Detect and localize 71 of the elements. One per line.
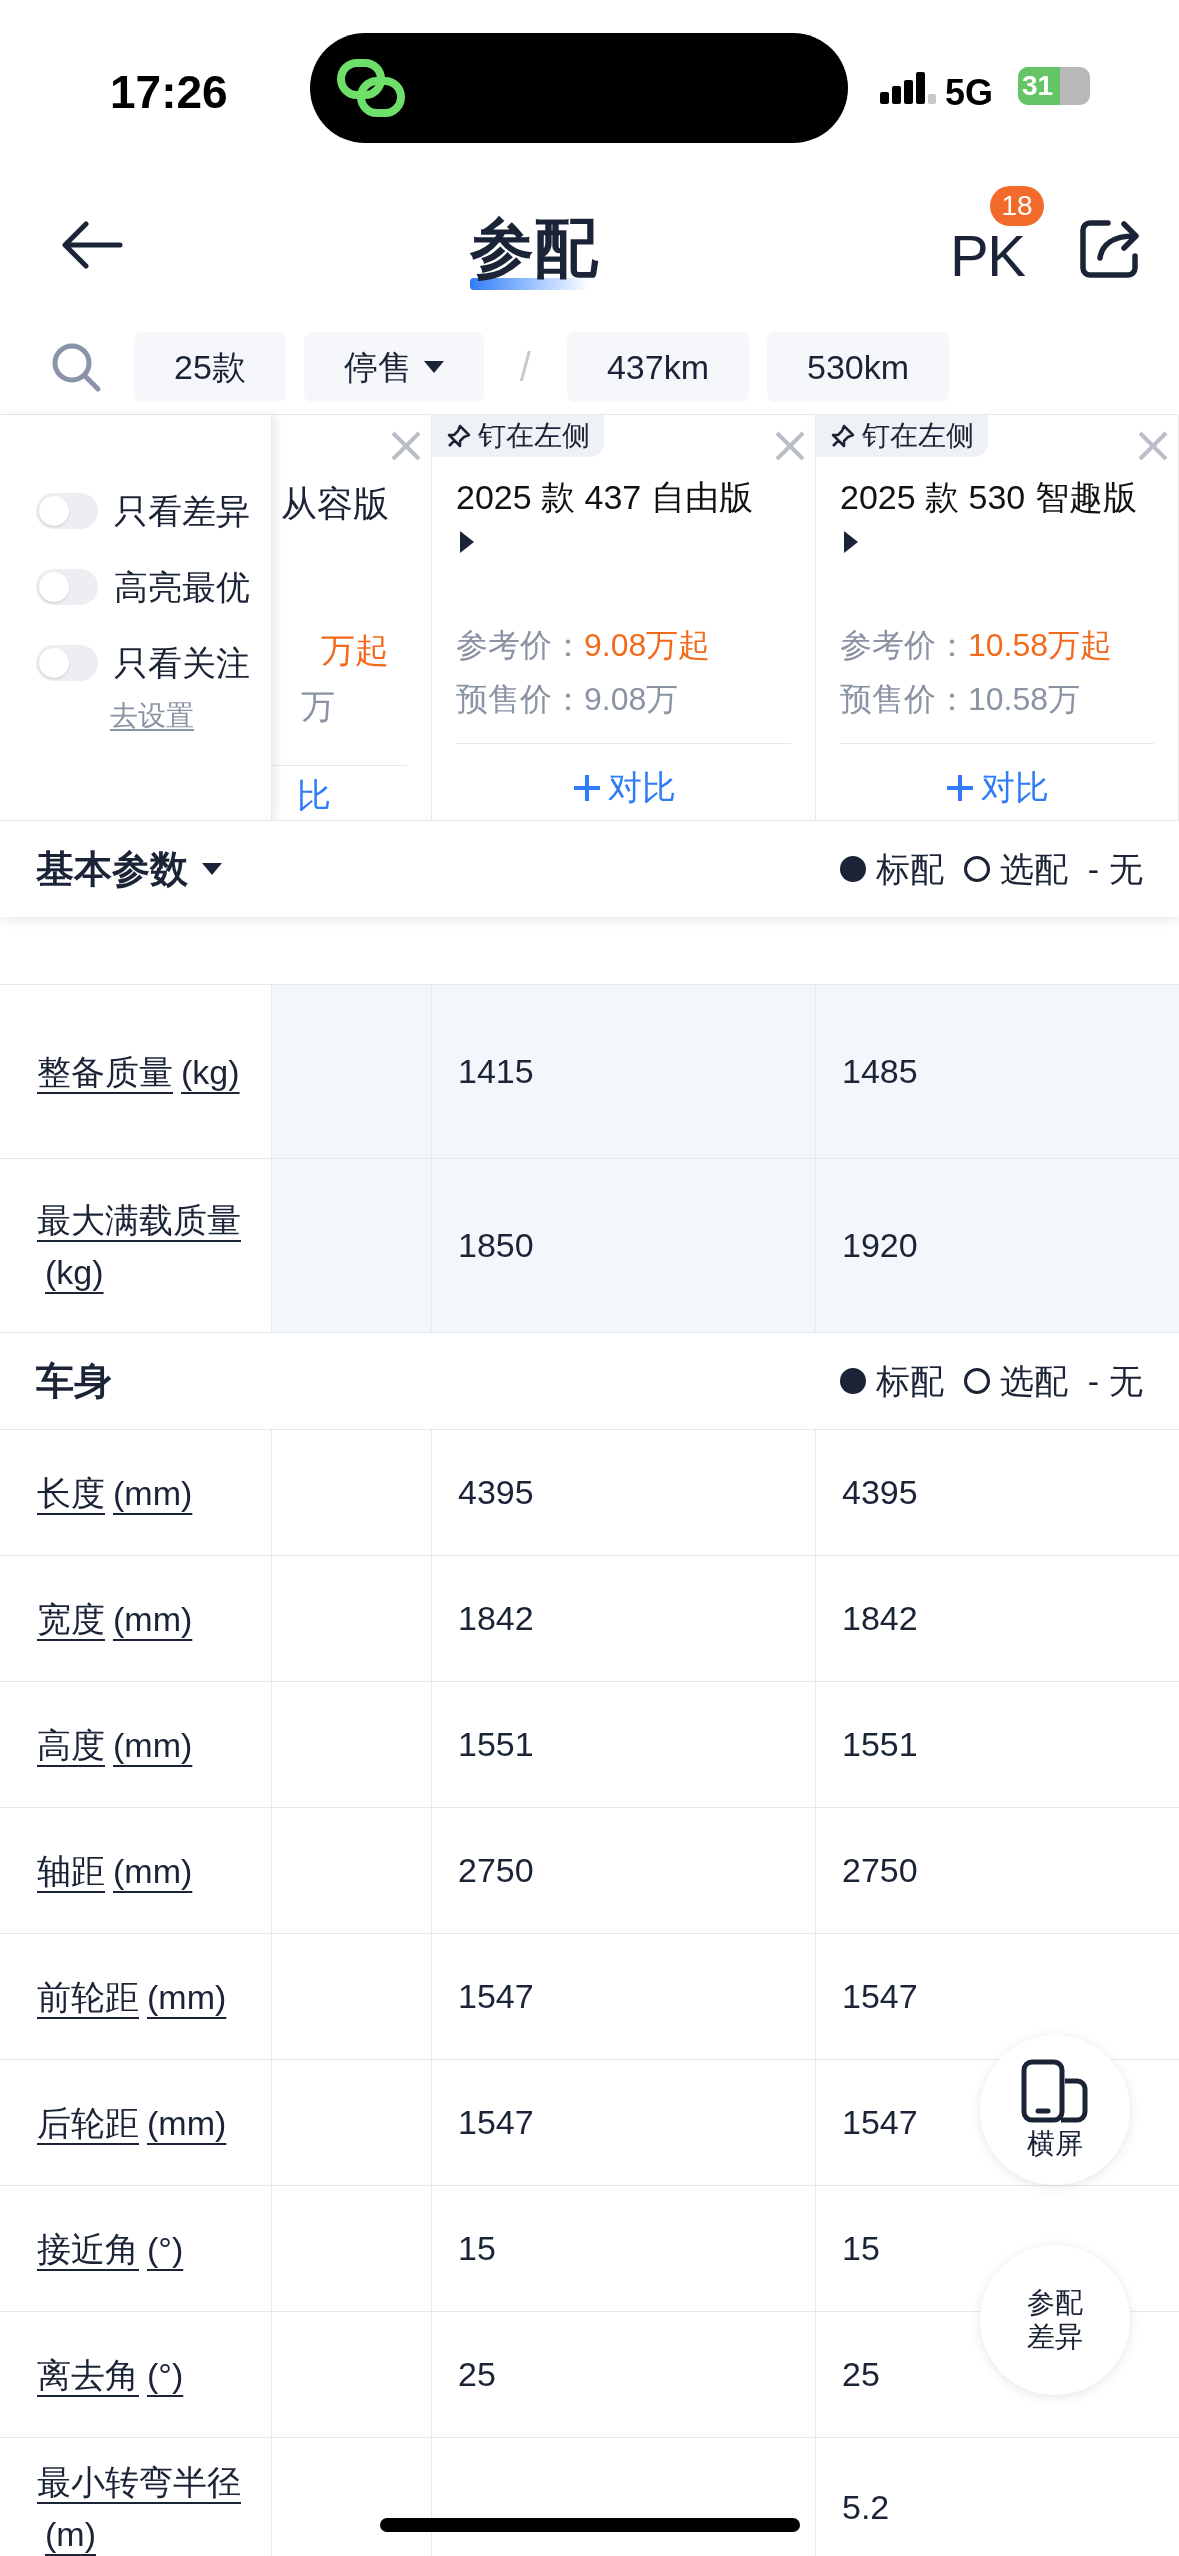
pin-left-button[interactable]: 钉在左侧 — [816, 415, 988, 457]
table-cell: 1850 — [432, 1159, 816, 1332]
legend-label: 无 — [1109, 1360, 1143, 1402]
parameter-label[interactable]: 后轮距 (mm) — [37, 2096, 227, 2149]
parameter-label[interactable]: 前轮距 (mm) — [37, 1970, 227, 2023]
toggle-switch[interactable] — [36, 569, 98, 605]
count-badge: 18 — [990, 186, 1044, 226]
reference-price: 万起 — [321, 630, 389, 671]
table-cell: 1415 — [432, 985, 816, 1158]
reference-price: 参考价：10.58万起 — [840, 626, 1114, 665]
close-icon[interactable] — [773, 429, 807, 463]
table-cell: 1920 — [816, 1159, 1179, 1332]
parameter-label[interactable]: 宽度 (mm) — [37, 1592, 193, 1645]
table-cell: 1485 — [816, 985, 1179, 1158]
car-name: 从容版 — [281, 482, 389, 526]
toggle-label: 高亮最优 — [114, 569, 250, 605]
toggle-label: 只看差异 — [114, 493, 250, 529]
pk-button[interactable]: PK — [950, 234, 1025, 278]
phone-rotate-icon — [1021, 2059, 1089, 2123]
parameter-label[interactable]: 轴距 (mm) — [37, 1844, 193, 1897]
filter-divider: / — [518, 344, 532, 391]
car-name: 2025 款 530 智趣版 — [840, 477, 1138, 518]
legend-dash: - — [1087, 848, 1099, 890]
parameter-label[interactable]: 长度 (mm) — [37, 1466, 193, 1519]
legend-label: 标配 — [875, 1360, 944, 1402]
toggle-label: 只看关注 — [114, 645, 250, 681]
parameter-label[interactable]: 离去角 (°) — [37, 2348, 184, 2401]
plus-icon — [571, 772, 602, 803]
link-icon — [335, 57, 407, 119]
filter-chip[interactable]: 25款 — [134, 332, 286, 402]
search-icon[interactable] — [50, 341, 102, 393]
pin-icon — [830, 423, 856, 449]
filter-chip[interactable]: 437km — [566, 332, 749, 402]
legend-label: 标配 — [875, 848, 944, 890]
play-icon[interactable] — [844, 531, 858, 553]
play-icon[interactable] — [460, 531, 474, 553]
filter-chip[interactable]: 530km — [767, 332, 950, 402]
parameter-label[interactable]: 高度 (mm) — [37, 1718, 193, 1771]
battery-level: 31 — [1022, 72, 1054, 100]
legend-label: 选配 — [999, 1360, 1068, 1402]
filter-dropdown[interactable]: 停售 — [303, 332, 484, 402]
parameter-label[interactable]: 接近角 (°) — [37, 2222, 184, 2275]
pin-left-button[interactable]: 钉在左侧 — [432, 415, 604, 457]
compare-button[interactable]: 对比 — [571, 762, 676, 813]
toggle-switch[interactable] — [36, 493, 98, 529]
section-title: 车身 — [36, 1358, 112, 1404]
legend-label: 选配 — [999, 848, 1068, 890]
parameter-label[interactable]: 最小转弯半径 (m) — [37, 2455, 251, 2556]
back-icon[interactable] — [60, 220, 124, 270]
share-icon[interactable] — [1078, 218, 1142, 280]
section-dropdown[interactable]: 基本参数 — [36, 840, 222, 898]
close-icon[interactable] — [1136, 429, 1170, 463]
presale-price: 预售价：10.58万 — [840, 680, 1082, 719]
compare-button[interactable]: 对比 — [945, 762, 1049, 813]
toggle-switch[interactable] — [36, 645, 98, 681]
close-icon[interactable] — [389, 429, 423, 463]
reference-price: 参考价：9.08万起 — [456, 626, 712, 665]
network-label: 5G — [945, 71, 994, 115]
plus-icon — [945, 772, 975, 803]
presale-price: 万 — [301, 686, 335, 727]
legend-label: 无 — [1109, 848, 1143, 890]
pin-icon — [446, 423, 472, 449]
compare-button[interactable]: 比 — [297, 777, 331, 813]
presale-price: 预售价：9.08万 — [456, 680, 680, 719]
car-name: 2025 款 437 自由版 — [456, 477, 754, 518]
caret-icon — [202, 863, 222, 875]
parameter-label[interactable]: 整备质量 (kg) — [37, 1045, 240, 1098]
parameter-label[interactable]: 最大满载质量 (kg) — [37, 1193, 251, 1298]
legend-dash: - — [1087, 1360, 1099, 1402]
status-time: 17:26 — [110, 65, 228, 120]
caret-icon — [423, 361, 444, 373]
